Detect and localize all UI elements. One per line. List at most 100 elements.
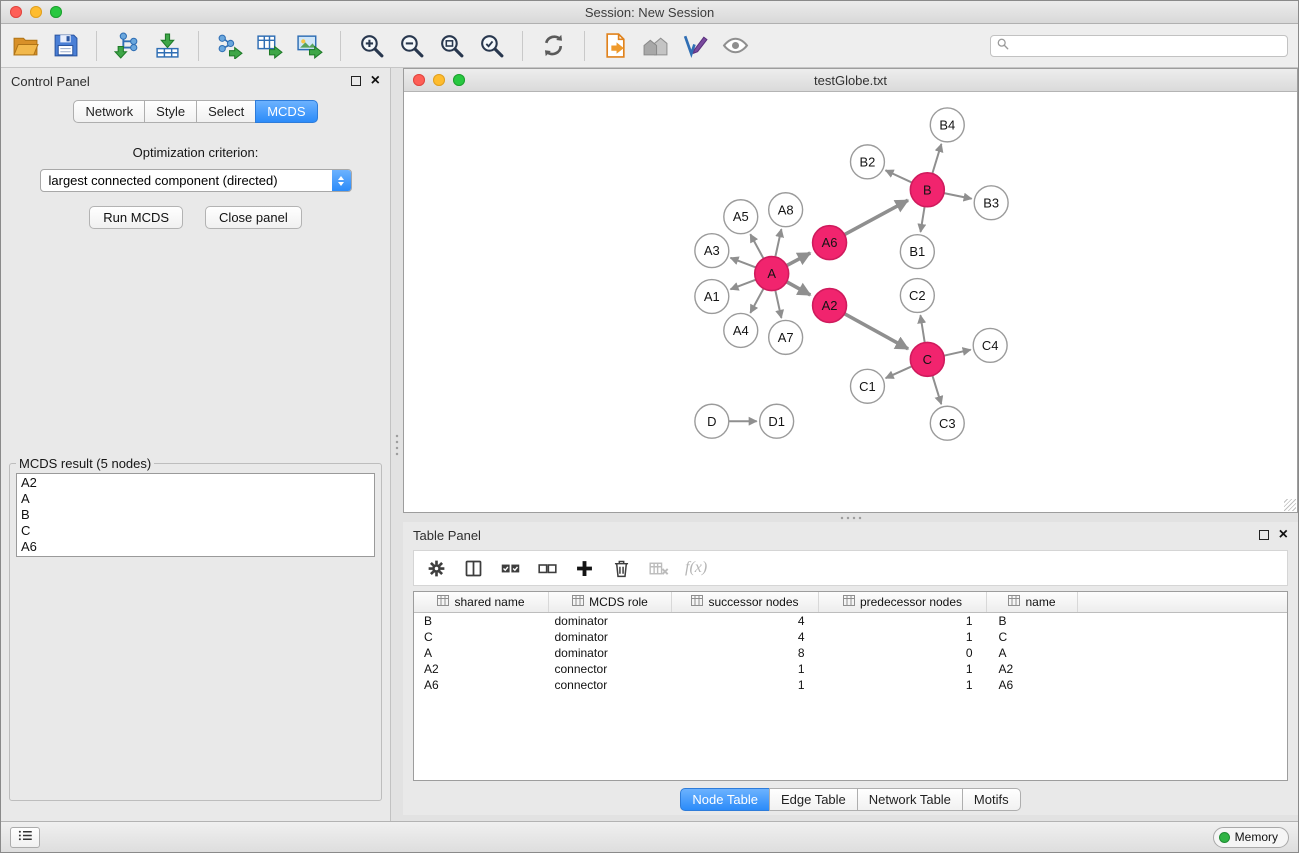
save-button[interactable] <box>51 31 80 60</box>
close-panel-icon[interactable]: × <box>371 73 380 89</box>
export-page-button[interactable] <box>601 31 630 60</box>
graph-node-D1[interactable]: D1 <box>760 404 794 438</box>
memory-button[interactable]: Memory <box>1213 827 1289 848</box>
panel-splitter[interactable] <box>391 68 403 821</box>
close-panel-button[interactable]: Close panel <box>205 206 302 229</box>
delete-button[interactable] <box>611 558 632 579</box>
mcds-result-item[interactable]: A <box>21 491 370 507</box>
column-header-MCDS-role[interactable]: MCDS role <box>549 592 672 613</box>
graph-edge-B-B4[interactable] <box>932 144 941 174</box>
graph-node-C1[interactable]: C1 <box>851 369 885 403</box>
zoom-out-button[interactable] <box>397 31 426 60</box>
mcds-result-item[interactable]: A6 <box>21 539 370 555</box>
style-edit-button[interactable] <box>681 31 710 60</box>
graph-node-A7[interactable]: A7 <box>769 320 803 354</box>
tab-style[interactable]: Style <box>144 100 197 123</box>
graph-node-B[interactable]: B <box>910 173 944 207</box>
export-network-button[interactable] <box>215 31 244 60</box>
close-table-panel-icon[interactable]: × <box>1279 527 1288 543</box>
eye-button[interactable] <box>721 31 750 60</box>
add-button[interactable] <box>574 558 595 579</box>
search-box[interactable] <box>990 35 1288 57</box>
node-table[interactable]: shared nameMCDS rolesuccessor nodesprede… <box>413 591 1288 781</box>
table-row[interactable]: A2connector11A2 <box>414 661 1287 677</box>
graph-node-B1[interactable]: B1 <box>900 235 934 269</box>
zoom-window-button[interactable] <box>50 6 62 18</box>
graph-edge-A-A4[interactable] <box>750 288 763 312</box>
graph-node-C4[interactable]: C4 <box>973 328 1007 362</box>
select-all-button[interactable] <box>500 558 521 579</box>
float-panel-icon[interactable] <box>351 76 361 86</box>
graph-edge-A6-B[interactable] <box>845 200 908 234</box>
graph-edge-A-A3[interactable] <box>730 258 755 268</box>
tab-select[interactable]: Select <box>196 100 256 123</box>
graph-edge-B-B2[interactable] <box>886 170 912 182</box>
graph-node-A3[interactable]: A3 <box>695 234 729 268</box>
graph-edge-A2-C[interactable] <box>844 314 908 349</box>
graph-node-B2[interactable]: B2 <box>851 145 885 179</box>
clear-table-button[interactable] <box>648 558 669 579</box>
graph-edge-A-A2[interactable] <box>787 282 811 295</box>
graph-node-C3[interactable]: C3 <box>930 406 964 440</box>
zoom-in-button[interactable] <box>357 31 386 60</box>
gear-button[interactable] <box>426 558 447 579</box>
zoom-fit-button[interactable] <box>437 31 466 60</box>
refresh-layout-button[interactable] <box>539 31 568 60</box>
deselect-all-button[interactable] <box>537 558 558 579</box>
tab-mcds[interactable]: MCDS <box>255 100 317 123</box>
tab-motifs[interactable]: Motifs <box>962 788 1021 811</box>
graph-node-B3[interactable]: B3 <box>974 186 1008 220</box>
column-header-name[interactable]: name <box>987 592 1078 613</box>
network-zoom-button[interactable] <box>453 74 465 86</box>
graph-edge-C-C2[interactable] <box>920 315 924 342</box>
mcds-result-item[interactable]: C <box>21 523 370 539</box>
graph-edge-C-C4[interactable] <box>944 350 971 356</box>
graph-edge-A-A6[interactable] <box>787 253 811 266</box>
home-button[interactable] <box>641 31 670 60</box>
mcds-result-list[interactable]: A2ABCA6 <box>16 473 375 557</box>
tab-network[interactable]: Network <box>73 100 145 123</box>
mcds-result-item[interactable]: B <box>21 507 370 523</box>
minimize-window-button[interactable] <box>30 6 42 18</box>
graph-node-A[interactable]: A <box>755 257 789 291</box>
network-graph[interactable]: B4 B2 B B3 A8 A5 A6 A3 B1 A A1 C2 A2 A4 A7 C4 C C1 C3 D D1 <box>404 92 1297 512</box>
graph-edge-A-A8[interactable] <box>775 229 781 257</box>
graph-edge-A-A7[interactable] <box>775 290 781 318</box>
table-splitter[interactable] <box>403 513 1298 522</box>
export-image-button[interactable] <box>295 31 324 60</box>
mcds-result-item[interactable]: A2 <box>21 475 370 491</box>
column-header-successor-nodes[interactable]: successor nodes <box>672 592 819 613</box>
resize-grip[interactable] <box>1284 499 1296 511</box>
network-view[interactable]: B4 B2 B B3 A8 A5 A6 A3 B1 A A1 C2 A2 A4 A7 C4 C C1 C3 D D1 <box>404 92 1297 512</box>
fx-button[interactable]: f(x) <box>685 559 707 577</box>
export-table-button[interactable] <box>255 31 284 60</box>
graph-node-C2[interactable]: C2 <box>900 279 934 313</box>
import-network-button[interactable] <box>113 31 142 60</box>
open-button[interactable] <box>11 31 40 60</box>
run-mcds-button[interactable]: Run MCDS <box>89 206 183 229</box>
close-window-button[interactable] <box>10 6 22 18</box>
graph-node-C[interactable]: C <box>910 342 944 376</box>
graph-node-A1[interactable]: A1 <box>695 280 729 314</box>
graph-node-B4[interactable]: B4 <box>930 108 964 142</box>
graph-node-A2[interactable]: A2 <box>813 289 847 323</box>
graph-node-D[interactable]: D <box>695 404 729 438</box>
graph-node-A6[interactable]: A6 <box>813 226 847 260</box>
columns-button[interactable] <box>463 558 484 579</box>
float-table-panel-icon[interactable] <box>1259 530 1269 540</box>
graph-edge-C-C3[interactable] <box>932 376 941 405</box>
network-minimize-button[interactable] <box>433 74 445 86</box>
tab-edge-table[interactable]: Edge Table <box>769 788 858 811</box>
graph-node-A5[interactable]: A5 <box>724 200 758 234</box>
graph-node-A8[interactable]: A8 <box>769 193 803 227</box>
search-input[interactable] <box>1014 38 1281 54</box>
network-close-button[interactable] <box>413 74 425 86</box>
table-row[interactable]: Adominator80A <box>414 645 1287 661</box>
graph-edge-B-B1[interactable] <box>921 207 925 232</box>
table-row[interactable]: Cdominator41C <box>414 629 1287 645</box>
column-header-predecessor-nodes[interactable]: predecessor nodes <box>819 592 987 613</box>
graph-node-A4[interactable]: A4 <box>724 313 758 347</box>
column-header-shared-name[interactable]: shared name <box>414 592 549 613</box>
graph-edge-A-A5[interactable] <box>750 234 763 258</box>
task-history-button[interactable] <box>10 827 40 848</box>
